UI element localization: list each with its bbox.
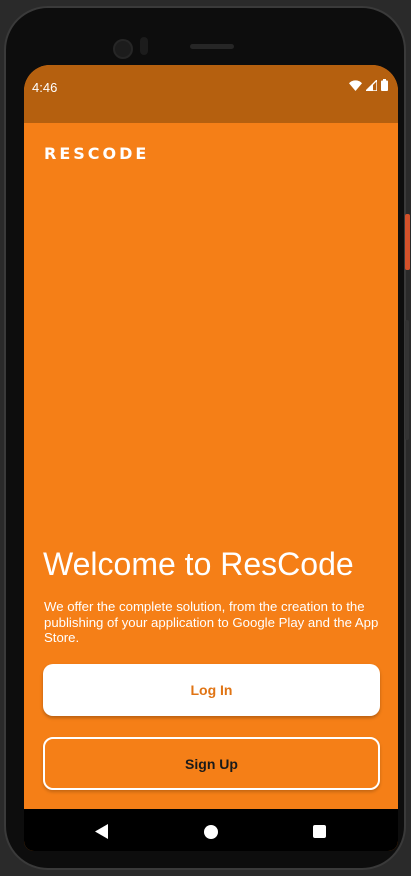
phone-screen: 4:46 RESCODE Welcome to ResCode We offer… [24,65,398,851]
signup-button[interactable]: Sign Up [43,737,380,790]
status-time: 4:46 [32,80,58,95]
welcome-description: We offer the complete solution, from the… [44,599,379,645]
recents-icon[interactable] [313,825,326,838]
power-button[interactable] [405,214,410,270]
front-camera [113,39,133,59]
cell-signal-icon [366,79,377,91]
welcome-title: Welcome to ResCode [43,546,354,582]
brand-logo: RESCODE [44,144,150,163]
phone-frame: 4:46 RESCODE Welcome to ResCode We offer… [4,6,406,870]
login-button[interactable]: Log In [43,664,380,716]
battery-icon [381,79,388,91]
camera-sensor [140,37,148,55]
home-icon[interactable] [204,825,218,839]
earpiece-speaker [190,44,234,49]
status-bar: 4:46 [24,65,398,123]
wifi-icon [349,79,362,91]
status-icons [349,79,388,91]
back-icon[interactable] [95,824,108,839]
welcome-screen: RESCODE Welcome to ResCode We offer the … [24,123,398,809]
navigation-bar [24,809,398,851]
volume-button[interactable] [405,320,409,440]
